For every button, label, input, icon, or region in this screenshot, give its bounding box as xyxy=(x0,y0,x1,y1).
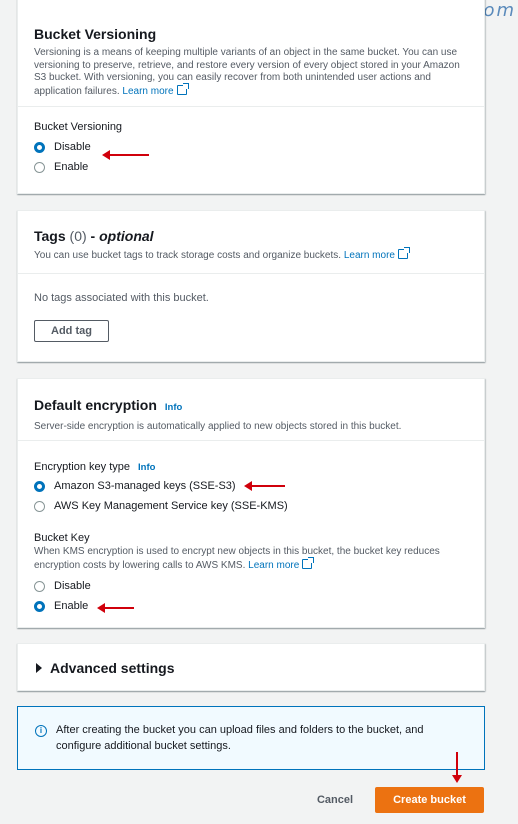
radio-unchecked-icon[interactable] xyxy=(34,161,45,173)
encryption-description: Server-side encryption is automatically … xyxy=(34,421,402,432)
create-bucket-button[interactable]: Create bucket xyxy=(375,787,484,813)
key-type-option-sse-kms[interactable]: AWS Key Management Service key (SSE-KMS) xyxy=(34,496,468,516)
caret-right-icon xyxy=(36,663,42,673)
tags-header: Tags (0) - optional You can use bucket t… xyxy=(18,211,484,274)
radio-checked-icon[interactable] xyxy=(34,480,45,492)
annotation-arrow-bucket-key xyxy=(97,603,134,613)
encryption-info-link[interactable]: Info xyxy=(165,402,182,413)
annotation-arrow-versioning xyxy=(102,150,149,160)
info-icon: i xyxy=(35,725,47,737)
radio-checked-icon[interactable] xyxy=(34,600,45,612)
tags-body: No tags associated with this bucket. Add… xyxy=(18,274,484,354)
encryption-panel: Default encryption Info Server-side encry… xyxy=(17,378,485,628)
versioning-learn-more-link[interactable]: Learn more xyxy=(122,82,189,97)
add-tag-button[interactable]: Add tag xyxy=(34,320,109,342)
key-type-label: Encryption key type Info xyxy=(34,461,156,473)
advanced-settings-panel[interactable]: Advanced settings xyxy=(17,643,485,691)
bucket-key-option-disable[interactable]: Disable xyxy=(34,576,468,596)
versioning-title: Bucket Versioning xyxy=(34,26,157,42)
annotation-arrow-sse-s3 xyxy=(244,481,285,491)
versioning-body: Bucket Versioning Disable Enable xyxy=(18,107,484,189)
radio-unchecked-icon[interactable] xyxy=(34,580,45,592)
versioning-panel: Bucket Versioning Versioning is a means … xyxy=(17,0,485,194)
key-type-info-link[interactable]: Info xyxy=(138,462,155,473)
cancel-button[interactable]: Cancel xyxy=(305,790,365,810)
alert-text: After creating the bucket you can upload… xyxy=(56,724,424,752)
info-alert: i After creating the bucket you can uplo… xyxy=(17,706,485,770)
radio-checked-icon[interactable] xyxy=(34,141,45,153)
versioning-option-enable[interactable]: Enable xyxy=(34,157,468,177)
advanced-settings-toggle[interactable]: Advanced settings xyxy=(36,659,468,677)
tags-panel: Tags (0) - optional You can use bucket t… xyxy=(17,210,485,362)
encryption-title: Default encryption Info xyxy=(34,397,183,413)
tags-empty-text: No tags associated with this bucket. xyxy=(34,292,209,304)
bucket-key-learn-more-link[interactable]: Learn more xyxy=(248,556,315,571)
bucket-key-description: When KMS encryption is used to encrypt n… xyxy=(34,546,440,571)
tags-learn-more-link[interactable]: Learn more xyxy=(344,247,410,261)
radio-unchecked-icon[interactable] xyxy=(34,500,45,512)
annotation-arrow-create xyxy=(452,752,462,783)
external-link-icon xyxy=(397,247,410,259)
tags-description: You can use bucket tags to track storage… xyxy=(34,247,468,263)
versioning-option-disable[interactable]: Disable xyxy=(34,137,468,157)
versioning-header: Bucket Versioning Versioning is a means … xyxy=(18,0,484,107)
external-link-icon xyxy=(176,82,189,95)
tags-title: Tags (0) - optional xyxy=(34,228,154,244)
encryption-body: Encryption key type Info Amazon S3-manage… xyxy=(18,441,484,628)
external-link-icon xyxy=(302,556,315,569)
versioning-field-label: Bucket Versioning xyxy=(34,121,123,133)
encryption-header: Default encryption Info Server-side encry… xyxy=(18,379,484,441)
bucket-key-label: Bucket Key xyxy=(34,532,90,544)
versioning-description: Versioning is a means of keeping multipl… xyxy=(34,47,460,97)
